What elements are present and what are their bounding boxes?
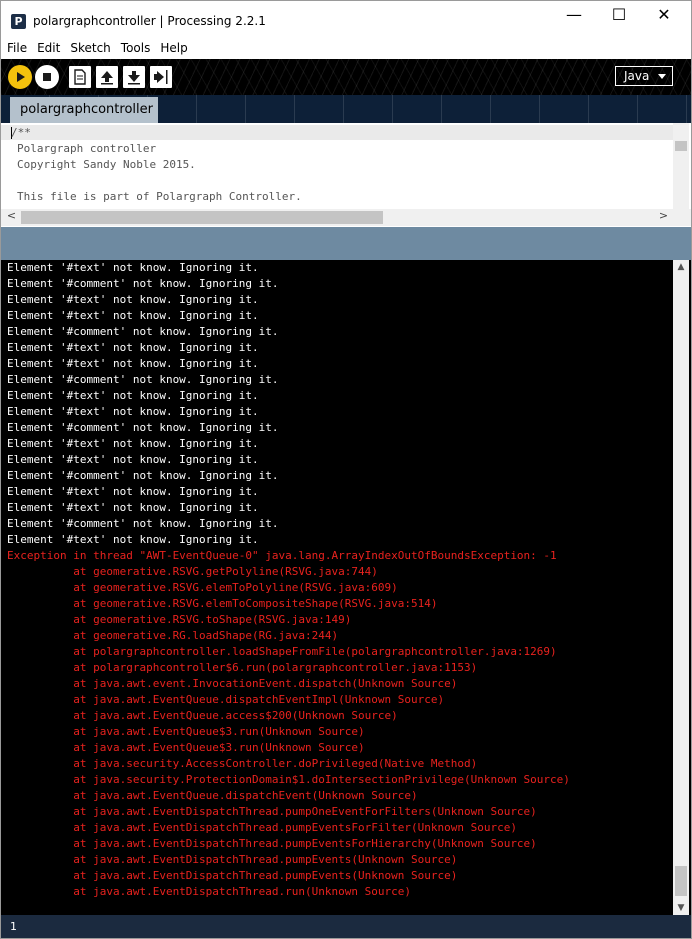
console-output-line: Element '#text' not know. Ignoring it. — [7, 533, 259, 546]
menu-bar: File Edit Sketch Tools Help — [1, 39, 691, 59]
console-output-line: Element '#comment' not know. Ignoring it… — [7, 325, 279, 338]
editor-scroll-thumb[interactable] — [675, 141, 687, 151]
close-button[interactable]: ✕ — [642, 5, 686, 35]
console-error-line: at geomerative.RSVG.getPolyline(RSVG.jav… — [7, 565, 378, 578]
title-bar[interactable]: P polargraphcontroller | Processing 2.2.… — [1, 1, 691, 39]
scroll-down-icon[interactable]: ▼ — [673, 901, 689, 915]
horizontal-scroll-thumb[interactable] — [21, 211, 383, 224]
console-output-line: Element '#comment' not know. Ignoring it… — [7, 277, 279, 290]
save-button[interactable] — [123, 66, 145, 88]
tab-strip: polargraphcontroller — [1, 95, 691, 123]
run-button[interactable] — [8, 65, 32, 89]
console-error-line: at polargraphcontroller.loadShapeFromFil… — [7, 645, 557, 658]
scroll-left-icon[interactable]: < — [3, 209, 20, 226]
console-error-line: at java.security.ProtectionDomain$1.doIn… — [7, 773, 570, 786]
arrow-down-icon — [128, 71, 140, 85]
current-line-highlight — [1, 125, 673, 140]
status-bar: 1 — [1, 915, 691, 938]
console-scroll-thumb[interactable] — [675, 866, 687, 896]
console-output-line: Element '#text' not know. Ignoring it. — [7, 357, 259, 370]
stop-icon — [43, 73, 51, 81]
arrow-up-icon — [101, 71, 113, 85]
console-output-line: Element '#text' not know. Ignoring it. — [7, 293, 259, 306]
console-output-line: Element '#text' not know. Ignoring it. — [7, 389, 259, 402]
caret-down-icon — [658, 74, 666, 79]
console-error-line: at polargraphcontroller$6.run(polargraph… — [7, 661, 478, 674]
console-output-line: Element '#text' not know. Ignoring it. — [7, 261, 259, 274]
minimize-button[interactable]: — — [552, 5, 596, 35]
tab-polargraphcontroller[interactable]: polargraphcontroller — [10, 97, 158, 123]
open-button[interactable] — [96, 66, 118, 88]
console-vertical-scrollbar[interactable]: ▲ ▼ — [673, 260, 689, 915]
console-output-line: Element '#text' not know. Ignoring it. — [7, 309, 259, 322]
console-error-line: at java.awt.EventDispatchThread.pumpEven… — [7, 821, 517, 834]
code-line: /** — [11, 126, 31, 139]
console-output-line: Element '#comment' not know. Ignoring it… — [7, 421, 279, 434]
play-icon — [17, 72, 25, 82]
console-error-line: Exception in thread "AWT-EventQueue-0" j… — [7, 549, 557, 562]
processing-app-icon: P — [11, 14, 26, 29]
console-error-line: at java.awt.EventQueue.access$200(Unknow… — [7, 709, 398, 722]
menu-help[interactable]: Help — [154, 39, 191, 59]
console-output-line: Element '#comment' not know. Ignoring it… — [7, 373, 279, 386]
editor-horizontal-scrollbar[interactable]: < > — [1, 209, 691, 226]
console-error-line: at geomerative.RSVG.elemToPolyline(RSVG.… — [7, 581, 398, 594]
console-error-line: at java.awt.EventDispatchThread.run(Unkn… — [7, 885, 411, 898]
console-error-line: at java.awt.EventQueue.dispatchEvent(Unk… — [7, 789, 418, 802]
console-output-line: Element '#text' not know. Ignoring it. — [7, 341, 259, 354]
menu-tools[interactable]: Tools — [115, 39, 155, 59]
console-output-line: Element '#text' not know. Ignoring it. — [7, 437, 259, 450]
window-title: polargraphcontroller | Processing 2.2.1 — [33, 14, 266, 28]
console-error-line: at java.security.AccessController.doPriv… — [7, 757, 478, 770]
console-output-line: Element '#comment' not know. Ignoring it… — [7, 517, 279, 530]
console-error-line: at java.awt.EventDispatchThread.pumpOneE… — [7, 805, 537, 818]
console-error-line: at java.awt.EventDispatchThread.pumpEven… — [7, 869, 458, 882]
console-output-line: Element '#text' not know. Ignoring it. — [7, 405, 259, 418]
mode-label: Java — [624, 69, 650, 83]
scroll-right-icon[interactable]: > — [655, 209, 672, 226]
console-output-line: Element '#text' not know. Ignoring it. — [7, 485, 259, 498]
editor-vertical-scrollbar[interactable] — [673, 123, 689, 209]
message-area — [1, 227, 691, 260]
console-output-line: Element '#text' not know. Ignoring it. — [7, 453, 259, 466]
maximize-button[interactable]: ☐ — [597, 5, 641, 35]
console-error-line: at java.awt.EventQueue$3.run(Unknown Sou… — [7, 741, 365, 754]
console-error-line: at java.awt.EventDispatchThread.pumpEven… — [7, 853, 458, 866]
code-line: Polargraph controller — [17, 142, 157, 155]
stop-button[interactable] — [35, 65, 59, 89]
new-file-icon — [74, 69, 86, 85]
toolbar — [1, 59, 691, 95]
console-lines: Element '#text' not know. Ignoring it. El… — [7, 260, 671, 900]
console-error-line: at java.awt.EventDispatchThread.pumpEven… — [7, 837, 537, 850]
arrow-right-icon — [154, 70, 168, 84]
console-error-line: at java.awt.EventQueue$3.run(Unknown Sou… — [7, 725, 365, 738]
processing-window: P polargraphcontroller | Processing 2.2.… — [0, 0, 692, 939]
export-button[interactable] — [150, 66, 172, 88]
menu-edit[interactable]: Edit — [31, 39, 64, 59]
console-output-line: Element '#text' not know. Ignoring it. — [7, 501, 259, 514]
menu-sketch[interactable]: Sketch — [64, 39, 114, 59]
console-error-line: at java.awt.event.InvocationEvent.dispat… — [7, 677, 458, 690]
menu-file[interactable]: File — [1, 39, 31, 59]
console-error-line: at geomerative.RSVG.elemToCompositeShape… — [7, 597, 438, 610]
console-output-line: Element '#comment' not know. Ignoring it… — [7, 469, 279, 482]
scroll-up-icon[interactable]: ▲ — [673, 260, 689, 274]
code-editor[interactable]: /** Polargraph controller Copyright Sand… — [1, 123, 691, 209]
new-button[interactable] — [69, 66, 91, 88]
console[interactable]: Element '#text' not know. Ignoring it. El… — [1, 260, 691, 915]
console-error-line: at geomerative.RG.loadShape(RG.java:244) — [7, 629, 339, 642]
mode-selector[interactable]: Java — [615, 66, 673, 86]
console-error-line: at geomerative.RSVG.toShape(RSVG.java:14… — [7, 613, 352, 626]
console-error-line: at java.awt.EventQueue.dispatchEventImpl… — [7, 693, 445, 706]
code-line: Copyright Sandy Noble 2015. — [17, 158, 196, 171]
line-number: 1 — [10, 920, 17, 933]
code-line: This file is part of Polargraph Controll… — [17, 190, 302, 203]
